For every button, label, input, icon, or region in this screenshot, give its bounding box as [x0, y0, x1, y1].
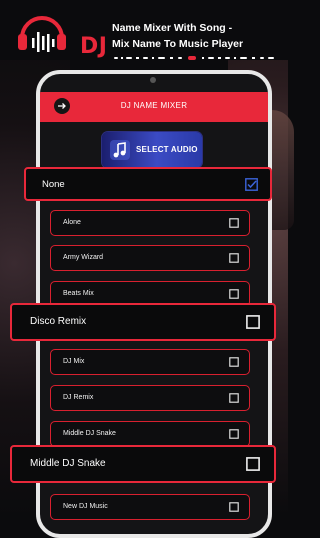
checkbox-icon[interactable]: [229, 429, 239, 439]
list-item-dj-remix[interactable]: DJ Remix: [50, 385, 250, 411]
list-item-label: DJ Remix: [63, 394, 94, 401]
list-item-label: Middle DJ Snake: [63, 430, 116, 437]
select-audio-label: SELECT AUDIO: [136, 145, 198, 154]
list-item-new-dj-music[interactable]: New DJ Music: [50, 494, 250, 520]
list-item-dj-mix[interactable]: DJ Mix: [50, 349, 250, 375]
headphones-icon: [18, 16, 66, 52]
checkbox-icon[interactable]: [229, 289, 239, 299]
list-item-middle-dj-snake-highlight[interactable]: Middle DJ Snake: [10, 445, 276, 483]
checkbox-icon[interactable]: [229, 393, 239, 403]
list-item-label: Alone: [63, 219, 81, 226]
list-item-label: Disco Remix: [30, 316, 87, 327]
list-item-army-wizard[interactable]: Army Wizard: [50, 245, 250, 271]
list-item-label: None: [42, 179, 65, 190]
list-item-middle-dj-snake[interactable]: Middle DJ Snake: [50, 421, 250, 447]
select-audio-button[interactable]: SELECT AUDIO: [102, 132, 202, 168]
checkbox-icon[interactable]: [229, 502, 239, 512]
checkbox-icon[interactable]: [229, 357, 239, 367]
music-note-icon: [110, 140, 130, 160]
page-title: Name Mixer With Song - Mix Name To Music…: [112, 20, 282, 52]
list-item-label: Beats Mix: [63, 290, 94, 297]
list-item-label: DJ Mix: [63, 358, 85, 365]
app-bar: DJ NAME MIXER: [40, 92, 268, 122]
checkbox-checked-icon[interactable]: [245, 178, 258, 191]
checkbox-icon[interactable]: [246, 315, 260, 329]
list-item-label: Middle DJ Snake: [30, 458, 106, 469]
app-logo: DJ: [12, 8, 107, 59]
list-item-label: New DJ Music: [63, 503, 108, 510]
checkbox-icon[interactable]: [246, 457, 260, 471]
checkbox-icon[interactable]: [229, 253, 239, 263]
phone-camera: [150, 77, 156, 83]
logo-text: DJ: [80, 34, 108, 59]
list-item-label: Army Wizard: [63, 254, 104, 261]
list-item-alone[interactable]: Alone: [50, 210, 250, 236]
list-item-none[interactable]: None: [24, 167, 272, 201]
title-line-2: Mix Name To Music Player: [112, 38, 244, 50]
app-title: DJ NAME MIXER: [120, 101, 188, 110]
title-line-1: Name Mixer With Song -: [112, 22, 233, 34]
list-item-disco-remix[interactable]: Disco Remix: [10, 303, 276, 341]
checkbox-icon[interactable]: [229, 218, 239, 228]
decorative-dots: [114, 56, 274, 60]
